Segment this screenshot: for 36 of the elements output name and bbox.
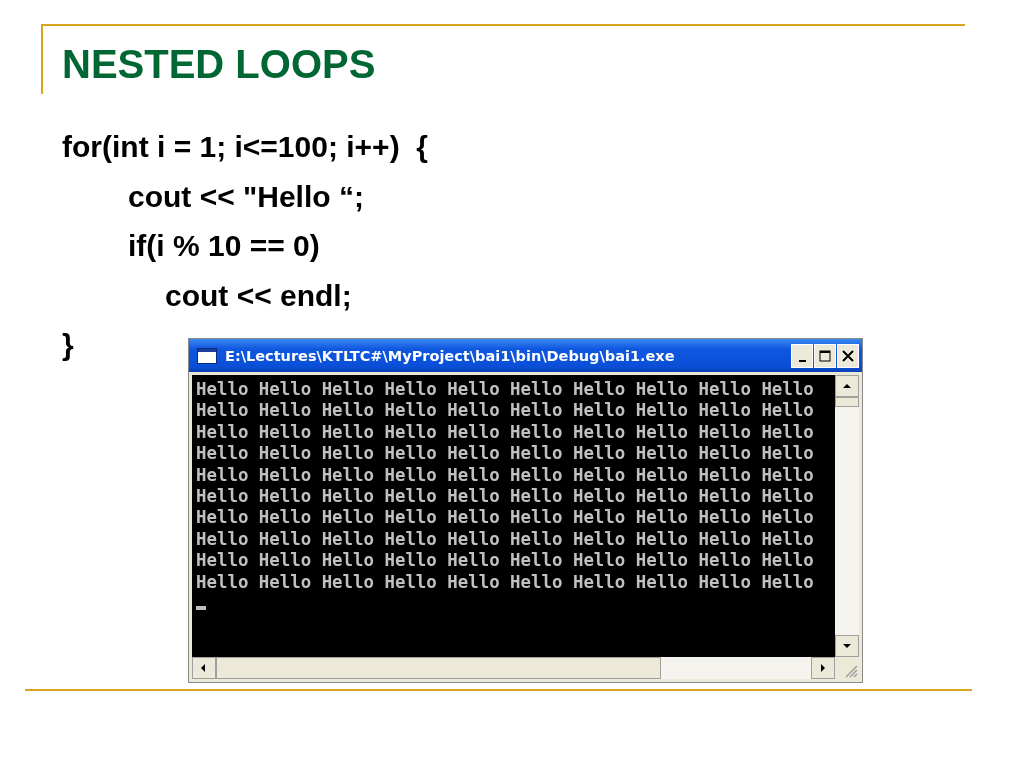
code-line: cout << "Hello “; (128, 178, 364, 215)
window-title: E:\Lectures\KTLTC#\MyProject\bai1\bin\Debug\bai1.exe (225, 347, 676, 364)
scroll-thumb[interactable] (835, 397, 859, 407)
output-line: Hello Hello Hello Hello Hello Hello Hello Hello Hello Hello (196, 550, 814, 572)
code-line: for(int i = 1; i<=100; i++) { (62, 129, 428, 165)
output-line: Hello Hello Hello Hello Hello Hello Hello Hello Hello Hello (196, 571, 814, 594)
code-line: } (62, 327, 74, 363)
code-line: cout << endl; (165, 277, 352, 314)
up-arrow-icon (842, 381, 852, 391)
code-line: if(i % 10 == 0) (128, 228, 320, 264)
right-arrow-icon (818, 663, 828, 673)
horizontal-scrollbar[interactable] (192, 657, 835, 679)
vertical-scrollbar[interactable] (835, 375, 859, 657)
scroll-right-button[interactable] (811, 657, 835, 679)
minimize-button[interactable] (791, 343, 813, 368)
down-arrow-icon (842, 641, 852, 651)
console-window-icon (197, 347, 217, 364)
scroll-up-button[interactable] (835, 375, 859, 397)
scroll-thumb[interactable] (216, 657, 661, 679)
close-button[interactable] (837, 343, 859, 368)
output-line: Hello Hello Hello Hello Hello Hello Hello Hello Hello Hello (196, 528, 814, 551)
maximize-button[interactable] (814, 343, 836, 368)
scroll-left-button[interactable] (192, 657, 216, 679)
output-line: Hello Hello Hello Hello Hello Hello Hello Hello Hello Hello (196, 443, 814, 465)
output-line: Hello Hello Hello Hello Hello Hello Hello Hello Hello Hello (196, 421, 814, 444)
output-line: Hello Hello Hello Hello Hello Hello Hello Hello Hello Hello (196, 400, 814, 422)
slide-title: NESTED LOOPS (62, 41, 376, 88)
maximize-icon (819, 349, 831, 362)
output-line: Hello Hello Hello Hello Hello Hello Hello Hello Hello Hello (196, 507, 814, 529)
close-icon (842, 349, 854, 362)
scroll-down-button[interactable] (835, 635, 859, 657)
text-cursor (196, 606, 206, 611)
minimize-icon (798, 359, 806, 362)
output-line: Hello Hello Hello Hello Hello Hello Hello Hello Hello Hello (196, 464, 814, 487)
output-line: Hello Hello Hello Hello Hello Hello Hello Hello Hello Hello (196, 379, 814, 401)
output-line: Hello Hello Hello Hello Hello Hello Hello Hello Hello Hello (196, 486, 814, 508)
